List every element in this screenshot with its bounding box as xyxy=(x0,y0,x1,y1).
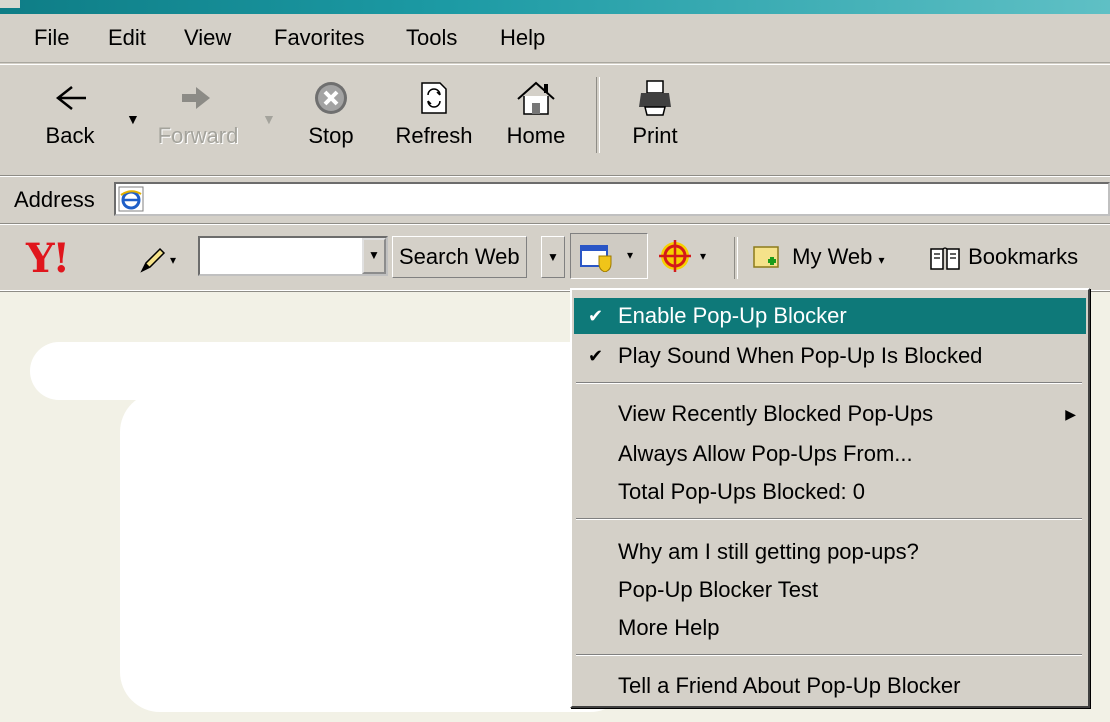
menu-enable-popup-blocker[interactable]: ✔ Enable Pop-Up Blocker xyxy=(574,298,1086,334)
standard-toolbar: Back ▼ Forward ▼ Stop Refresh Home Print xyxy=(0,64,1110,176)
ie-page-icon xyxy=(118,186,144,212)
redacted-region xyxy=(120,392,630,712)
my-web-label: My Web xyxy=(792,244,873,269)
yahoo-logo[interactable]: Y! xyxy=(26,239,70,279)
menu-view-recently-blocked[interactable]: View Recently Blocked Pop-Ups ▶ xyxy=(574,396,1086,432)
yahoo-search-input[interactable]: ▼ xyxy=(198,236,388,276)
menu-why-still-popups[interactable]: Why am I still getting pop-ups? xyxy=(574,534,1086,570)
menu-file[interactable]: File xyxy=(30,24,73,52)
stop-label: Stop xyxy=(308,123,354,148)
home-label: Home xyxy=(506,123,566,148)
refresh-icon xyxy=(421,82,447,114)
back-label: Back xyxy=(45,123,95,148)
forward-label: Forward xyxy=(157,123,239,148)
submenu-arrow-icon: ▶ xyxy=(1065,406,1076,422)
anti-spy-button[interactable]: ▾ xyxy=(656,239,720,275)
menu-separator xyxy=(576,382,1082,384)
window-title-bar xyxy=(0,0,1110,14)
forward-button[interactable]: Forward xyxy=(150,79,246,149)
menu-blocker-test[interactable]: Pop-Up Blocker Test xyxy=(574,572,1086,608)
popup-blocker-icon xyxy=(580,245,612,272)
menu-play-sound[interactable]: ✔ Play Sound When Pop-Up Is Blocked xyxy=(574,338,1086,374)
search-history-arrow[interactable]: ▼ xyxy=(362,238,386,274)
search-web-dropdown[interactable]: ▼ xyxy=(541,236,565,278)
popup-blocker-caret: ▾ xyxy=(627,248,634,262)
menu-tell-a-friend[interactable]: Tell a Friend About Pop-Up Blocker xyxy=(574,668,1086,704)
print-icon xyxy=(639,80,671,116)
home-icon xyxy=(517,81,555,115)
my-web-button[interactable]: My Web ▾ xyxy=(752,239,885,275)
menu-edit[interactable]: Edit xyxy=(104,24,150,52)
bookmarks-button[interactable]: Bookmarks xyxy=(928,239,1078,275)
my-web-caret: ▾ xyxy=(878,253,885,267)
menu-total-blocked[interactable]: Total Pop-Ups Blocked: 0 xyxy=(574,474,1086,510)
target-icon xyxy=(659,240,691,272)
anti-spy-caret: ▾ xyxy=(700,249,707,263)
menu-favorites[interactable]: Favorites xyxy=(270,24,368,52)
menu-tools[interactable]: Tools xyxy=(402,24,461,52)
menu-separator xyxy=(576,518,1082,520)
checkmark-icon: ✔ xyxy=(588,306,604,326)
yahoo-toolbar: Y! ▾ ▼ Search Web ▼ ▾ ▾ My Web ▾ Bookmar… xyxy=(0,224,1110,293)
address-bar: Address xyxy=(0,176,1110,224)
pencil-icon[interactable] xyxy=(138,245,168,275)
print-button[interactable]: Print xyxy=(620,79,690,149)
checkmark-icon: ✔ xyxy=(588,346,604,366)
forward-arrow-icon xyxy=(182,87,210,109)
search-web-button[interactable]: Search Web xyxy=(392,236,527,278)
menu-more-help[interactable]: More Help xyxy=(574,610,1086,646)
back-button[interactable]: Back xyxy=(32,79,108,149)
bookmarks-icon xyxy=(930,247,960,270)
pencil-caret[interactable]: ▾ xyxy=(170,253,176,267)
popup-blocker-button[interactable]: ▾ xyxy=(570,233,648,279)
forward-history-caret[interactable]: ▼ xyxy=(262,111,276,127)
yahoo-toolbar-separator xyxy=(734,237,738,279)
address-field[interactable] xyxy=(114,182,1110,216)
menu-bar: File Edit View Favorites Tools Help xyxy=(0,14,1110,63)
stop-button[interactable]: Stop xyxy=(296,79,366,149)
menu-separator xyxy=(576,654,1082,656)
menu-help[interactable]: Help xyxy=(496,24,549,52)
browser-chrome: File Edit View Favorites Tools Help Back… xyxy=(0,14,1110,293)
refresh-label: Refresh xyxy=(395,123,473,148)
back-arrow-icon xyxy=(55,86,86,110)
bookmarks-label: Bookmarks xyxy=(968,244,1079,269)
menu-view[interactable]: View xyxy=(180,24,235,52)
refresh-button[interactable]: Refresh xyxy=(386,79,482,149)
my-web-icon xyxy=(753,246,779,268)
menu-always-allow[interactable]: Always Allow Pop-Ups From... xyxy=(574,436,1086,472)
window-system-icon[interactable] xyxy=(0,0,20,8)
stop-icon xyxy=(315,82,347,114)
address-label: Address xyxy=(14,187,95,212)
home-button[interactable]: Home xyxy=(496,79,576,149)
back-history-caret[interactable]: ▼ xyxy=(126,111,140,127)
popup-blocker-menu: ✔ Enable Pop-Up Blocker ✔ Play Sound Whe… xyxy=(570,288,1090,708)
print-label: Print xyxy=(632,123,678,148)
toolbar-separator xyxy=(596,77,600,153)
